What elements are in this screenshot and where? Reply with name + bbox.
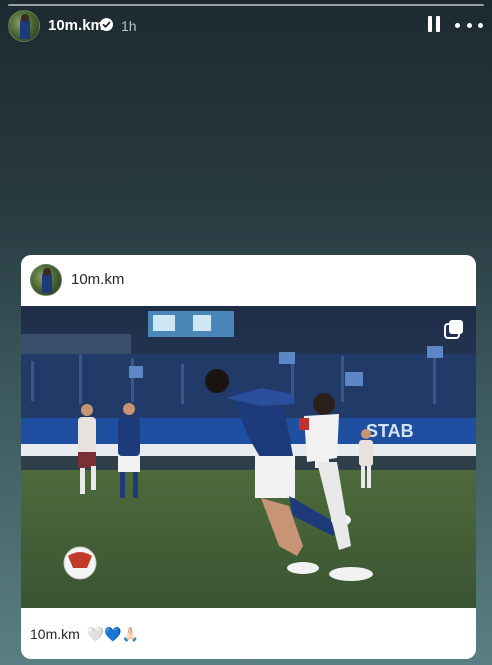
story-timestamp: 1h <box>121 18 137 34</box>
shared-post-header: 10m.km <box>21 255 476 306</box>
caption-emojis: 🤍💙🙏🏻 <box>86 626 139 642</box>
post-avatar[interactable] <box>30 264 62 296</box>
verified-badge-icon <box>100 18 113 31</box>
shared-post-card[interactable]: 10m.km STAB 10m.km 🤍💙🙏🏻 <box>21 255 476 659</box>
post-username[interactable]: 10m.km <box>71 271 124 288</box>
post-photo[interactable]: STAB <box>21 306 476 608</box>
ad-board-text: STAB <box>366 421 414 441</box>
pause-button[interactable] <box>426 16 442 34</box>
story-header: 10m.km 1h <box>0 8 492 44</box>
caption-username[interactable]: 10m.km <box>30 626 80 642</box>
post-caption: 10m.km 🤍💙🙏🏻 <box>30 626 139 643</box>
avatar[interactable] <box>8 10 40 42</box>
story-progress-bar <box>8 4 484 6</box>
story-username[interactable]: 10m.km <box>48 17 104 34</box>
multiple-photos-icon <box>443 318 465 340</box>
more-options-button[interactable] <box>455 16 483 34</box>
